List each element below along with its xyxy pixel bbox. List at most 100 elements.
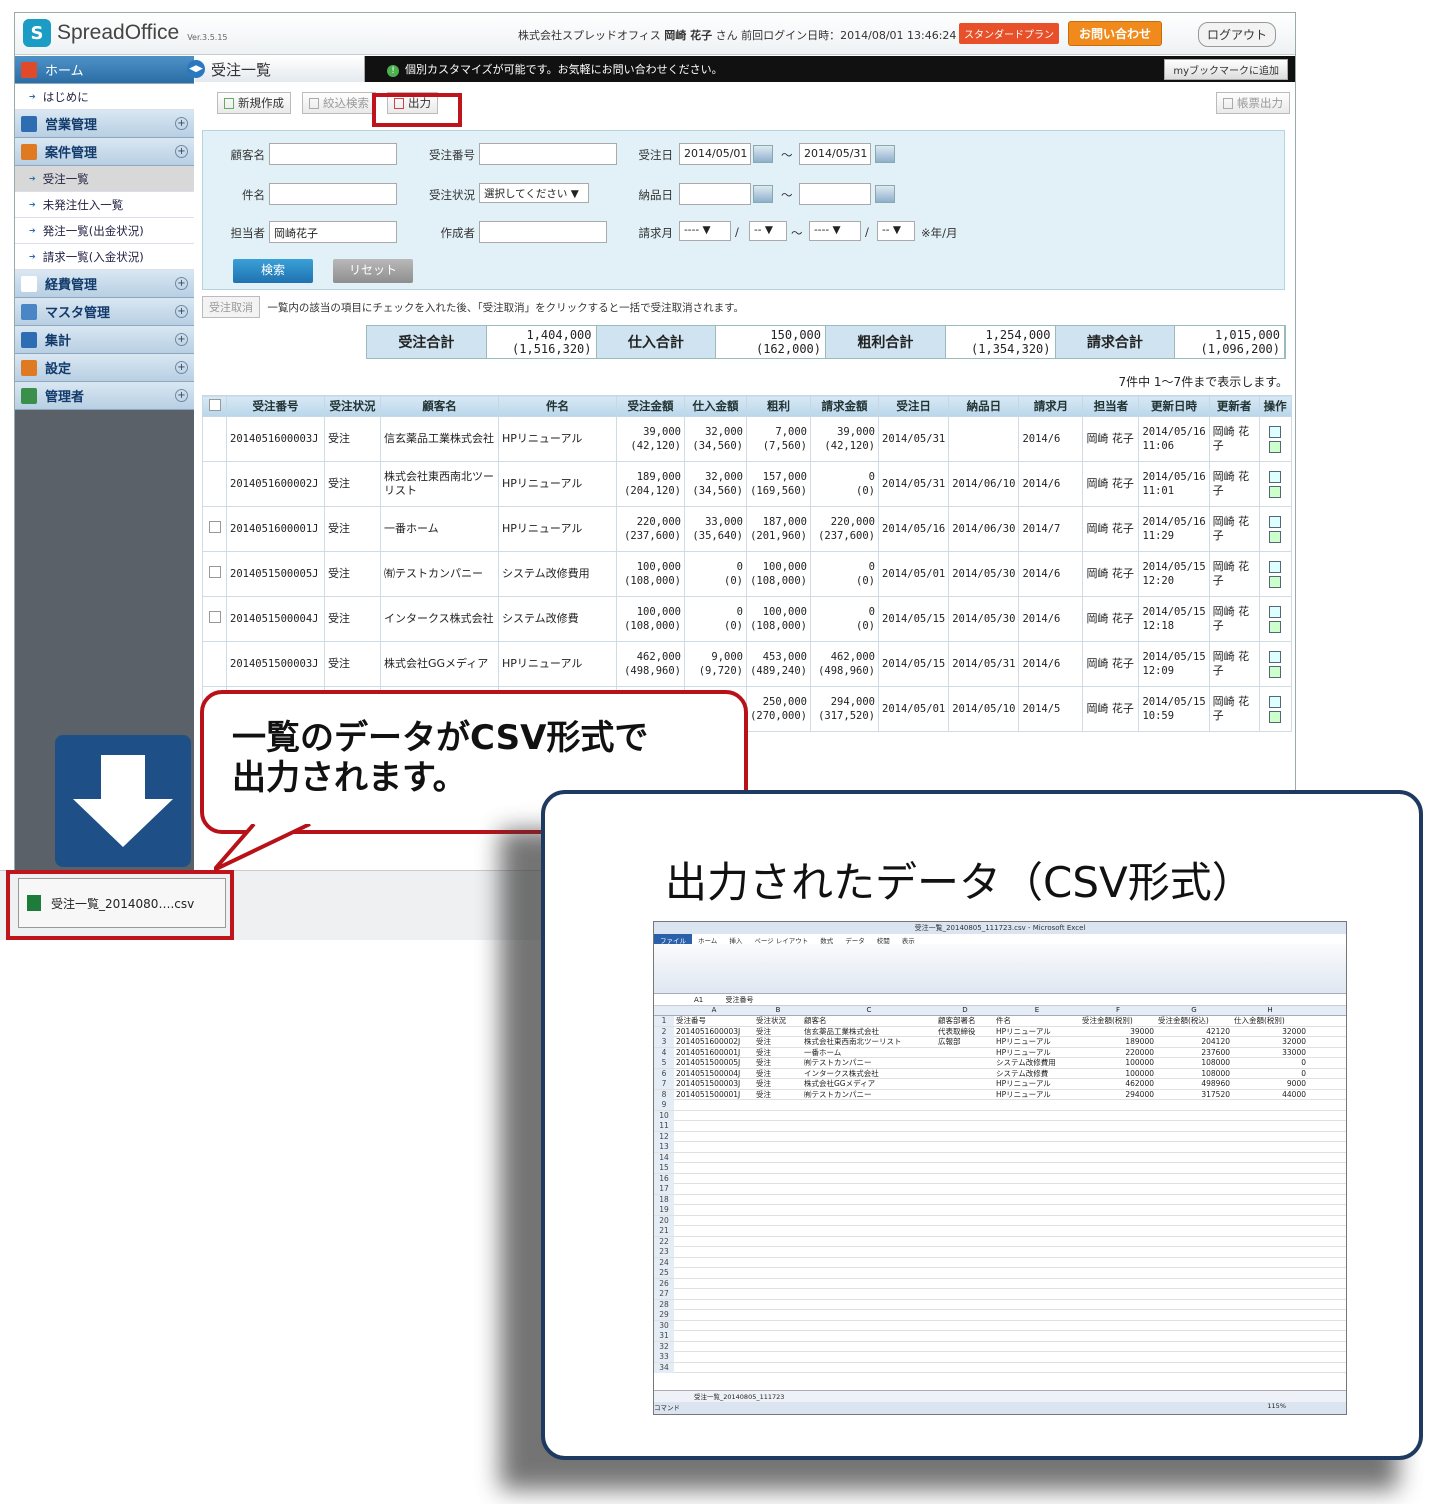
excel-row[interactable]: 25 [654,1268,1346,1279]
excel-row[interactable]: 10 [654,1110,1346,1121]
excel-cell[interactable]: 2014051600002J [676,1037,752,1047]
view-icon[interactable] [1269,560,1282,573]
person-input[interactable]: 岡崎花子 [269,221,397,243]
excel-cell[interactable]: 189000 [1082,1037,1154,1047]
row-select[interactable] [202,551,227,597]
excel-cell[interactable]: 株式会社GGメディア [804,1079,934,1089]
excel-cell[interactable]: 9000 [1234,1079,1306,1089]
sidebar-item[interactable]: 管理者 + [15,382,194,410]
excel-tab[interactable]: ページ レイアウト [748,934,814,945]
excel-cell[interactable]: 2014051600003J [676,1027,752,1037]
excel-cell[interactable]: 代表取締役 [938,1027,992,1037]
excel-row[interactable]: 13 [654,1142,1346,1153]
excel-cell[interactable]: 462000 [1082,1079,1154,1089]
excel-tab[interactable]: データ [839,934,871,945]
excel-cell[interactable]: 顧客名 [804,1016,934,1026]
row-select[interactable] [202,596,227,642]
excel-cell[interactable]: 件名 [996,1016,1078,1026]
excel-cell[interactable]: インタークス株式会社 [804,1069,934,1079]
customer-input[interactable] [269,143,397,165]
sidebar-item[interactable]: 設定 + [15,354,194,382]
excel-cell[interactable]: 204120 [1158,1037,1230,1047]
tab-order-list[interactable]: ◀▶ 受注一覧 [187,56,365,82]
cancel-order-button[interactable]: 受注取消 [202,296,260,318]
sidebar-item[interactable]: 経費管理 + [15,270,194,298]
excel-tab[interactable]: 校閲 [871,934,896,945]
excel-row[interactable]: 23 [654,1247,1346,1258]
edit-icon[interactable] [1269,575,1282,588]
excel-row[interactable]: 2 2014051600003J 受注 信玄薬品工業株式会社 代表取締役 HPリニューアル… [654,1026,1346,1037]
excel-cell[interactable]: 100000 [1082,1058,1154,1068]
view-icon[interactable] [1269,650,1282,663]
excel-tab[interactable]: ホーム [692,934,723,945]
excel-cell[interactable]: 受注 [756,1048,800,1058]
excel-row[interactable]: 9 [654,1100,1346,1111]
excel-row[interactable]: 17 [654,1184,1346,1195]
edit-icon[interactable] [1269,485,1282,498]
edit-icon[interactable] [1269,530,1282,543]
excel-cell[interactable]: HPリニューアル [996,1037,1078,1047]
sidebar-subitem[interactable]: 請求一覧(入金状況) [15,244,194,270]
excel-row[interactable]: 31 [654,1331,1346,1342]
excel-cell[interactable]: 2014051500003J [676,1079,752,1089]
excel-tab[interactable]: ファイル [654,934,692,945]
search-button[interactable]: 検索 [233,259,313,283]
excel-cell[interactable]: 32000 [1234,1027,1306,1037]
excel-row[interactable]: 4 2014051600001J 受注 一番ホーム HPリニューアル 220000 2376… [654,1047,1346,1058]
sidebar-item[interactable]: ホーム [15,56,194,84]
expand-icon[interactable]: + [175,305,188,318]
sidebar-item[interactable]: 案件管理 + [15,138,194,166]
excel-cell[interactable]: 受注金額(税込) [1158,1016,1230,1026]
excel-tab[interactable]: 表示 [896,934,921,945]
order-date-to[interactable]: 2014/05/31 [799,143,871,165]
excel-cell[interactable]: HPリニューアル [996,1027,1078,1037]
view-icon[interactable] [1269,470,1282,483]
status-select[interactable]: 選択してください ▼ [479,183,589,203]
excel-cell[interactable]: システム改修費 [996,1069,1078,1079]
excel-cell[interactable]: 受注 [756,1090,800,1100]
header-checkbox[interactable] [202,395,227,417]
excel-row[interactable]: 27 [654,1289,1346,1300]
sidebar-item[interactable]: マスタ管理 + [15,298,194,326]
excel-row[interactable]: 28 [654,1299,1346,1310]
edit-icon[interactable] [1269,440,1282,453]
excel-row[interactable]: 19 [654,1205,1346,1216]
excel-cell[interactable]: 受注状況 [756,1016,800,1026]
excel-row[interactable]: 18 [654,1194,1346,1205]
view-icon[interactable] [1269,425,1282,438]
sidebar-item[interactable]: 営業管理 + [15,110,194,138]
collapse-icon[interactable]: ◀▶ [187,60,205,78]
expand-icon[interactable]: + [175,117,188,130]
subject-input[interactable] [269,183,397,205]
excel-row[interactable]: 5 2014051500005J 受注 ㈲テストカンパニー システム改修費用 100000… [654,1058,1346,1069]
excel-cell[interactable]: 294000 [1082,1090,1154,1100]
filter-button[interactable]: 絞込検索 [302,92,376,114]
excel-cell[interactable]: 2014051600001J [676,1048,752,1058]
expand-icon[interactable]: + [175,389,188,402]
excel-cell[interactable]: 220000 [1082,1048,1154,1058]
table-row[interactable]: 2014051500005J 受注 ㈲テストカンパニー システム改修費用 100,000… [202,551,1292,597]
sidebar-subitem[interactable]: 未発注仕入一覧 [15,192,194,218]
expand-icon[interactable]: + [175,145,188,158]
checkbox[interactable] [208,398,221,411]
excel-cell[interactable]: 0 [1234,1069,1306,1079]
excel-cell[interactable]: 42120 [1158,1027,1230,1037]
excel-cell[interactable]: ㈲テストカンパニー [804,1090,934,1100]
excel-row[interactable]: 14 [654,1152,1346,1163]
excel-row[interactable]: 3 2014051600002J 受注 株式会社東西南北ツーリスト 広報部 HPリニューア… [654,1037,1346,1048]
excel-cell[interactable]: 108000 [1158,1058,1230,1068]
excel-row[interactable]: 32 [654,1341,1346,1352]
bill-month-from[interactable]: -- ▼ [749,221,787,241]
edit-icon[interactable] [1269,710,1282,723]
excel-row[interactable]: 11 [654,1121,1346,1132]
reset-button[interactable]: リセット [333,259,413,283]
excel-row[interactable]: 1 受注番号 受注状況 顧客名 顧客部署名 件名 受注金額(税別) 受注金額(税込) 仕入金額(… [654,1016,1346,1027]
calendar-icon[interactable] [753,145,773,163]
sidebar-subitem[interactable]: はじめに [15,84,194,110]
excel-row[interactable]: 8 2014051500001J 受注 ㈲テストカンパニー HPリニューアル 294000… [654,1089,1346,1100]
bill-year-to[interactable]: ---- ▼ [809,221,861,241]
add-bookmark-button[interactable]: myブックマークに追加 [1164,59,1288,80]
row-checkbox[interactable] [208,611,221,623]
row-checkbox[interactable] [208,566,221,578]
expand-icon[interactable]: + [175,361,188,374]
